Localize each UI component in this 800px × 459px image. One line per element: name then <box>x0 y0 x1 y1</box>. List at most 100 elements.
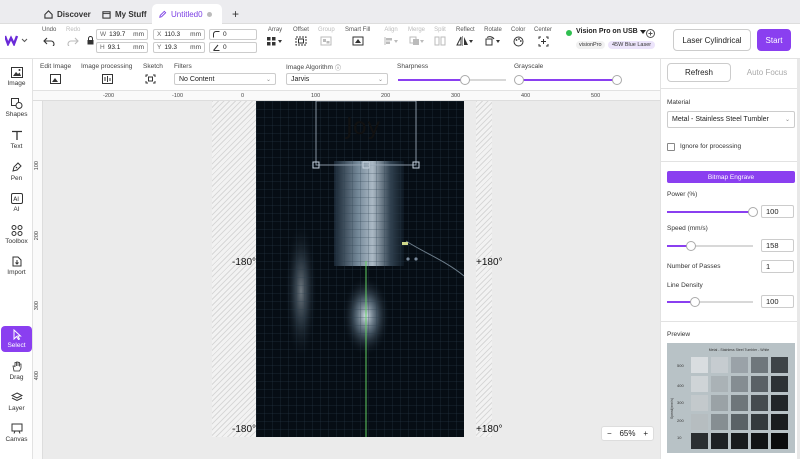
merge-icon <box>409 36 424 45</box>
auto-focus-button[interactable]: Auto Focus <box>735 63 799 82</box>
zoom-in-button[interactable]: + <box>643 429 648 438</box>
power-handle[interactable] <box>748 207 758 217</box>
image-edit-bar: Edit Image Image processing Sketch Filte… <box>33 59 660 91</box>
sharpness-slider[interactable] <box>398 75 506 85</box>
rotate-button[interactable]: Rotate <box>484 27 502 46</box>
sketch-icon[interactable] <box>145 74 156 84</box>
redo-button[interactable]: Redo <box>66 27 80 46</box>
y-value: 19.3 <box>164 44 177 51</box>
sidebar-item-image[interactable]: Image <box>1 67 32 87</box>
array-button[interactable]: Array <box>266 27 284 46</box>
engrave-image[interactable] <box>256 101 464 437</box>
settings-panel: Refresh Auto Focus Material Metal - Stai… <box>660 59 800 459</box>
edit-image-icon[interactable] <box>50 74 61 84</box>
sidebar-item-label: Pen <box>10 175 23 182</box>
sidebar-item-pen[interactable]: Pen <box>1 162 32 182</box>
device-selector[interactable]: Vision Pro on USB <box>576 28 646 35</box>
ignore-checkbox[interactable] <box>667 143 675 151</box>
cursor-icon <box>13 329 22 340</box>
lock-icon[interactable] <box>87 36 94 45</box>
algorithm-select[interactable]: Jarvis ⌄ <box>286 73 388 85</box>
sidebar-item-label: Import <box>7 269 26 276</box>
density-input[interactable]: 100 <box>761 295 794 308</box>
logo-icon <box>5 35 28 46</box>
undo-button[interactable]: Undo <box>42 27 56 46</box>
offset-label: Offset <box>293 27 309 33</box>
sidebar-item-drag[interactable]: Drag <box>1 361 32 381</box>
speed-handle[interactable] <box>686 241 697 251</box>
info-icon[interactable]: ⓘ <box>335 63 341 72</box>
passes-input[interactable]: 1 <box>761 260 794 273</box>
merge-button[interactable]: Merge <box>408 27 425 46</box>
add-device-icon[interactable] <box>646 29 655 38</box>
sharpness-handle[interactable] <box>459 75 470 85</box>
wrap-label-left-bottom: -180° <box>232 424 257 435</box>
speed-input[interactable]: 158 <box>761 239 794 252</box>
center-button[interactable]: Center <box>534 27 552 47</box>
bitmap-engrave-tab[interactable]: Bitmap Engrave <box>667 171 795 183</box>
engrave-text-joy[interactable]: Joy <box>346 114 380 140</box>
ruler-tick-label: 200 <box>381 93 391 99</box>
device-name: Vision Pro on USB <box>576 28 638 35</box>
rotation-angle-input[interactable]: 0 <box>209 42 257 53</box>
zoom-out-button[interactable]: − <box>607 429 612 438</box>
density-slider[interactable] <box>667 297 753 307</box>
power-input[interactable]: 100 <box>761 205 794 218</box>
sidebar-item-import[interactable]: Import <box>1 256 32 276</box>
y-label: Y <box>157 44 162 51</box>
sidebar-item-text[interactable]: Text <box>1 130 32 150</box>
sidebar-item-canvas[interactable]: Canvas <box>1 423 32 443</box>
sidebar-item-label: Image <box>7 80 26 87</box>
image-processing-icon[interactable] <box>102 74 113 84</box>
smart-fill-button[interactable]: Smart Fill <box>345 27 370 46</box>
refresh-button[interactable]: Refresh <box>667 63 731 82</box>
corner-radius-input[interactable]: 0 <box>209 29 257 40</box>
grayscale-max-handle[interactable] <box>611 75 622 85</box>
start-button[interactable]: Start <box>757 29 791 51</box>
tumbler-workpiece[interactable]: Joy <box>256 101 464 437</box>
right-wrap-zone <box>476 101 492 437</box>
grayscale-range-slider[interactable] <box>514 75 622 85</box>
sidebar-item-select[interactable]: Select <box>1 326 32 352</box>
ruler-tick-label: 300 <box>34 301 40 311</box>
power-fill <box>667 211 753 213</box>
ruler-top: -200 -100 0 100 200 300 400 500 <box>33 91 660 101</box>
pencil-icon <box>159 10 167 18</box>
reflect-button[interactable]: Reflect <box>456 27 475 46</box>
x-input[interactable]: X 110.3 mm <box>153 29 205 40</box>
split-icon <box>434 36 446 46</box>
laser-cylindrical-button[interactable]: Laser Cylindrical <box>673 29 751 51</box>
corner-radius-icon <box>213 31 220 38</box>
height-input[interactable]: H 93.1 mm <box>96 42 148 53</box>
sidebar-item-toolbox[interactable]: Toolbox <box>1 225 32 245</box>
ruler-tick-label: 100 <box>34 161 40 171</box>
tab-my-stuff[interactable]: My Stuff <box>96 4 153 24</box>
sidebar-item-layer[interactable]: Layer <box>1 392 32 412</box>
zoom-control: − 65% + <box>601 426 654 441</box>
sidebar-item-shapes[interactable]: Shapes <box>1 98 32 118</box>
ruler-tick-label: 500 <box>591 93 601 99</box>
material-select[interactable]: Metal - Stainless Steel Tumbler ⌄ <box>667 111 795 128</box>
group-button[interactable]: Group <box>318 27 335 46</box>
design-canvas[interactable]: Joy -180° +180° -180° +180° <box>43 101 660 459</box>
filters-value: No Content <box>179 75 215 83</box>
offset-button[interactable]: Offset <box>293 27 309 46</box>
width-input[interactable]: W 139.7 mm <box>96 29 148 40</box>
tab-untitled[interactable]: Untitled0 <box>152 4 222 24</box>
tab-discover[interactable]: Discover <box>38 4 97 24</box>
speed-slider[interactable] <box>667 241 753 251</box>
power-slider[interactable] <box>667 207 758 217</box>
color-button[interactable]: Color <box>511 27 525 47</box>
preview-swatch-grid <box>691 357 788 449</box>
y-input[interactable]: Y 19.3 mm <box>153 42 205 53</box>
width-label: W <box>100 31 107 38</box>
filters-select[interactable]: No Content ⌄ <box>174 73 276 85</box>
logo-menu-button[interactable] <box>5 34 29 46</box>
align-button[interactable]: Align <box>383 27 399 46</box>
density-handle[interactable] <box>690 297 701 307</box>
split-button[interactable]: Split <box>434 27 446 46</box>
new-tab-button[interactable]: + <box>226 4 245 24</box>
sidebar-item-ai[interactable]: AI AI <box>1 193 32 213</box>
grayscale-min-handle[interactable] <box>514 75 525 85</box>
array-label: Array <box>267 27 283 33</box>
